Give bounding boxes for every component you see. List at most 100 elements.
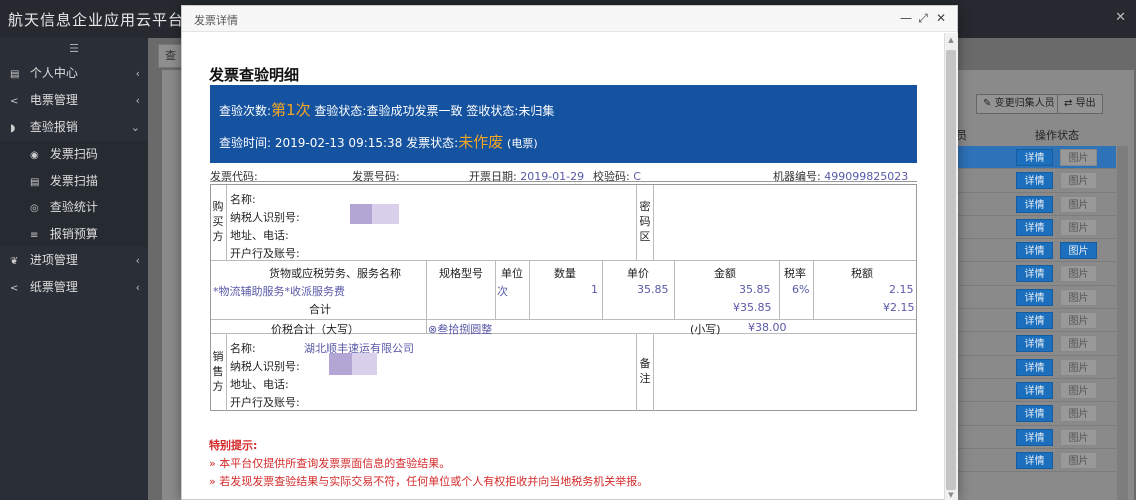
sidebar-item-verify-reimburse[interactable]: ◗ 查验报销 ⌄ — [0, 114, 148, 141]
picture-button[interactable]: 图片 — [1060, 172, 1097, 190]
buyer-section-label: 购买方 — [212, 200, 224, 243]
detail-button[interactable]: 详情 — [1016, 172, 1053, 190]
picture-button[interactable]: 图片 — [1060, 242, 1097, 260]
sidebar-item-label: 查验报销 — [29, 120, 78, 134]
divider — [426, 320, 427, 334]
picture-button[interactable]: 图片 — [1060, 335, 1097, 353]
invoice-status-label: 发票状态: — [406, 136, 459, 150]
sidebar-item-scan-invoice[interactable]: ▤ 发票扫描 — [0, 168, 148, 195]
item-tax: 2.15 — [889, 283, 914, 296]
edit-icon: ✎ — [983, 98, 992, 109]
maximize-icon[interactable]: ⤢ — [916, 11, 930, 25]
buyer-addr-label: 地址、电话: — [230, 229, 289, 242]
verify-status-label: 查验状态: — [314, 104, 367, 118]
table-body: 详情 图片 详情 图片 详情 图片 详情 图片 详情 图片 详情 图片 详情 图片 详情 图片 详情 图片 详情 图片… — [952, 146, 1116, 473]
col-goods: 货物或应税劳务、服务名称 — [269, 267, 401, 280]
sidebar-item-personal-center[interactable]: ▤ 个人中心 ‹ — [0, 60, 148, 87]
seller-bank-label: 开户行及账号: — [230, 396, 300, 409]
target-icon: ◎ — [30, 203, 39, 214]
detail-button[interactable]: 详情 — [1016, 335, 1053, 353]
detail-button[interactable]: 详情 — [1016, 265, 1053, 283]
sidebar-item-verify-stats[interactable]: ◎ 查验统计 — [0, 194, 148, 221]
detail-button[interactable]: 详情 — [1016, 428, 1053, 446]
detail-button[interactable]: 详情 — [1016, 288, 1053, 306]
picture-button[interactable]: 图片 — [1060, 381, 1097, 399]
detail-button[interactable]: 详情 — [1016, 149, 1053, 166]
table-row[interactable]: 详情 图片 — [952, 402, 1116, 426]
divider — [226, 334, 227, 411]
sidebar-item-scan-code[interactable]: ◉ 发票扫码 — [0, 141, 148, 168]
picture-button[interactable]: 图片 — [1060, 149, 1097, 166]
picture-button[interactable]: 图片 — [1060, 288, 1097, 306]
submenu: ◉ 发票扫码 ▤ 发票扫描 ◎ 查验统计 ≡ 报销预算 — [0, 141, 148, 247]
divider — [211, 319, 916, 320]
detail-button[interactable]: 详情 — [1016, 312, 1053, 330]
picture-button[interactable]: 图片 — [1060, 265, 1097, 283]
detail-button[interactable]: 详情 — [1016, 218, 1053, 236]
detail-button[interactable]: 详情 — [1016, 242, 1053, 260]
table-row[interactable]: 详情 图片 — [952, 379, 1116, 403]
sidebar-item-label: 发票扫描 — [49, 173, 98, 188]
share-icon: < — [10, 96, 19, 107]
divider — [636, 334, 637, 411]
table-row[interactable]: 详情 图片 — [952, 146, 1116, 170]
verify-time-value: 2019-02-13 09:15:38 — [274, 136, 403, 150]
picture-button[interactable]: 图片 — [1060, 312, 1097, 330]
sidebar-item-label: 发票扫码 — [49, 147, 98, 161]
detail-button[interactable]: 详情 — [1016, 381, 1053, 399]
sign-status-value: 未归集 — [518, 104, 555, 118]
close-icon[interactable]: ✕ — [934, 11, 948, 25]
detail-button[interactable]: 详情 — [1016, 405, 1053, 423]
subtotal-label: 合计 — [309, 303, 331, 316]
close-icon[interactable]: ✕ — [1115, 10, 1126, 25]
sidebar-item-label: 个人中心 — [29, 66, 78, 80]
picture-button[interactable]: 图片 — [1060, 218, 1097, 236]
scrollbar-thumb[interactable] — [946, 50, 956, 490]
picture-button[interactable]: 图片 — [1060, 428, 1097, 446]
detail-button[interactable]: 详情 — [1016, 358, 1053, 376]
detail-button[interactable]: 详情 — [1016, 451, 1053, 469]
table-row[interactable]: 详情 图片 — [952, 309, 1116, 333]
picture-button[interactable]: 图片 — [1060, 405, 1097, 423]
notice-line: » 本平台仅提供所查询发票票面信息的查验结果。 — [209, 457, 451, 470]
table-row[interactable]: 详情 图片 — [952, 169, 1116, 193]
scrollbar[interactable] — [1117, 146, 1128, 500]
sidebar-item-label: 报销预算 — [49, 226, 98, 241]
column-header-operation: 操作状态 — [1035, 129, 1079, 142]
verify-time-label: 查验时间: — [219, 136, 272, 150]
chart-icon: ▤ — [10, 69, 20, 80]
table-row[interactable]: 详情 图片 — [952, 193, 1116, 216]
picture-button[interactable]: 图片 — [1060, 451, 1097, 469]
divider — [211, 260, 916, 261]
table-row[interactable]: 详情 图片 — [952, 262, 1116, 286]
scroll-down-icon[interactable]: ▼ — [946, 490, 956, 500]
table-row[interactable]: 详情 图片 — [952, 286, 1116, 310]
table-row[interactable]: 详情 图片 — [952, 356, 1116, 379]
table-row[interactable]: 详情 图片 — [952, 426, 1116, 449]
table-row[interactable]: 详情 图片 — [952, 332, 1116, 356]
picture-button[interactable]: 图片 — [1060, 195, 1097, 213]
sidebar-item-input-tax[interactable]: ❦ 进项管理 ‹ — [0, 247, 148, 274]
table-row[interactable]: 详情 图片 — [952, 216, 1116, 240]
menu-toggle-icon[interactable]: ☰ — [0, 38, 148, 60]
picture-button[interactable]: 图片 — [1060, 358, 1097, 376]
scroll-up-icon[interactable]: ▲ — [946, 35, 956, 45]
table-row[interactable]: 详情 图片 — [952, 449, 1116, 473]
table-row[interactable]: 详情 图片 — [952, 239, 1116, 263]
swap-icon: ⇄ — [1064, 98, 1073, 109]
export-button[interactable]: ⇄ 导出 — [1057, 94, 1103, 114]
divider — [495, 260, 496, 320]
sidebar-item-e-invoice[interactable]: < 电票管理 ‹ — [0, 87, 148, 114]
change-collector-button[interactable]: ✎ 变更归集人员 — [976, 94, 1062, 114]
sidebar-item-paper-invoice[interactable]: < 纸票管理 ‹ — [0, 274, 148, 301]
detail-button[interactable]: 详情 — [1016, 195, 1053, 213]
banner-line-1: 查验次数:第1次 查验状态:查验成功发票一致 签收状态:未归集 — [219, 99, 554, 120]
share-icon: < — [10, 283, 19, 294]
minimize-icon[interactable]: — — [899, 11, 913, 25]
item-amount: 35.85 — [739, 283, 771, 296]
button-label: 导出 — [1075, 98, 1096, 109]
leaf-icon: ❦ — [10, 256, 19, 267]
sidebar-item-budget[interactable]: ≡ 报销预算 — [0, 221, 148, 248]
buyer-tax-id-label: 纳税人识别号: — [230, 211, 300, 224]
subtotal-tax: ¥2.15 — [883, 301, 915, 314]
